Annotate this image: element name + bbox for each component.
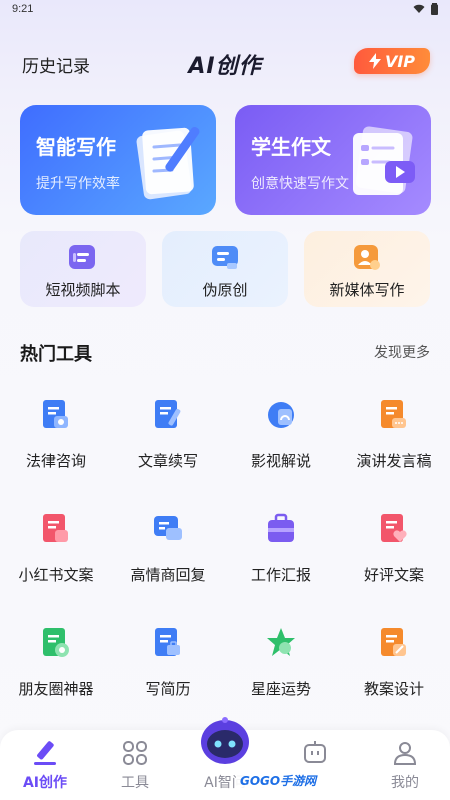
header: 历史记录 AI创作 VIP xyxy=(0,44,450,80)
sub-card-short-video-script[interactable]: 短视频脚本 xyxy=(20,231,146,307)
tool-label: 工作汇报 xyxy=(250,566,311,584)
heart-document-icon xyxy=(381,514,407,542)
feature-card-subtitle: 创意快速写作文 xyxy=(251,176,349,192)
lesson-plan-icon xyxy=(381,628,406,656)
red-book-icon xyxy=(43,514,68,542)
discover-more-link[interactable]: 发现更多 xyxy=(374,342,430,362)
tool-xiaohongshu-copy[interactable]: 小红书文案 xyxy=(0,512,112,602)
tool-label: 法律咨询 xyxy=(25,452,86,470)
tool-label: 高情商回复 xyxy=(130,566,206,584)
document-play-icon xyxy=(353,126,415,195)
star-icon xyxy=(267,628,295,656)
nav-label: 我的 xyxy=(391,775,419,791)
watermark-text: GOGO手游网 xyxy=(240,773,317,788)
feature-card-student-essay[interactable]: 学生作文 创意快速写作文 xyxy=(235,105,431,215)
media-person-icon xyxy=(354,245,380,270)
nav-tools[interactable]: 工具 xyxy=(90,740,180,792)
status-icons xyxy=(413,3,438,15)
tool-label: 文章续写 xyxy=(137,452,198,470)
tool-resume[interactable]: 写简历 xyxy=(112,626,224,716)
vip-label: VIP xyxy=(384,51,416,71)
user-icon xyxy=(393,742,417,765)
tool-label: 影视解说 xyxy=(250,452,311,470)
tool-label: 好评文案 xyxy=(363,566,424,584)
nav-ai-create[interactable]: AI创作 xyxy=(0,740,90,792)
sub-card-label: 新媒体写作 xyxy=(329,281,405,299)
speech-document-icon xyxy=(381,400,406,428)
tool-label: 写简历 xyxy=(145,680,191,698)
grid-icon xyxy=(123,741,147,765)
robot-icon xyxy=(304,741,326,763)
hot-tools-header: 热门工具 发现更多 xyxy=(0,338,450,365)
nav-mine[interactable]: 我的 xyxy=(360,740,450,792)
tool-film-commentary[interactable]: 影视解说 xyxy=(225,398,337,488)
nav-robot[interactable] xyxy=(270,740,360,772)
legal-document-icon xyxy=(43,400,68,428)
status-bar: 9:21 xyxy=(0,0,450,22)
tool-horoscope[interactable]: 星座运势 xyxy=(225,626,337,716)
edit-document-icon xyxy=(212,246,238,269)
tool-lesson-plan[interactable]: 教案设计 xyxy=(338,626,450,716)
pen-icon xyxy=(34,741,56,765)
tool-review-copy[interactable]: 好评文案 xyxy=(338,512,450,602)
tool-legal-consult[interactable]: 法律咨询 xyxy=(0,398,112,488)
sub-card-label: 短视频脚本 xyxy=(45,281,121,299)
sub-card-label: 伪原创 xyxy=(202,281,248,299)
tool-label: 星座运势 xyxy=(250,680,311,698)
wifi-icon xyxy=(413,4,425,13)
tool-label: 朋友圈神器 xyxy=(18,680,94,698)
tool-eq-reply[interactable]: 高情商回复 xyxy=(112,512,224,602)
vip-button[interactable]: VIP xyxy=(354,48,430,74)
article-pen-icon xyxy=(155,400,181,428)
feature-card-subtitle: 提升写作效率 xyxy=(36,176,120,192)
tool-work-report[interactable]: 工作汇报 xyxy=(225,512,337,602)
tool-speech-draft[interactable]: 演讲发言稿 xyxy=(338,398,450,488)
script-icon xyxy=(69,245,95,269)
briefcase-icon xyxy=(268,513,294,542)
feature-card-title: 智能写作 xyxy=(36,135,116,159)
resume-icon xyxy=(155,628,180,656)
status-time: 9:21 xyxy=(12,3,34,15)
lightning-icon xyxy=(368,53,381,69)
sub-card-pseudo-original[interactable]: 伪原创 xyxy=(162,231,288,307)
tool-moments[interactable]: 朋友圈神器 xyxy=(0,626,112,716)
chat-eq-icon xyxy=(154,516,182,540)
tool-label: 小红书文案 xyxy=(18,566,94,584)
battery-icon xyxy=(431,3,438,15)
section-title: 热门工具 xyxy=(20,344,92,365)
moments-document-icon xyxy=(43,628,69,657)
tool-label: 教案设计 xyxy=(363,680,424,698)
nav-label: AI创作 xyxy=(22,775,68,791)
ai-robot-icon[interactable] xyxy=(199,716,251,766)
watermark-logo: GOGO手游网 xyxy=(236,769,340,791)
feature-card-smart-writing[interactable]: 智能写作 提升写作效率 xyxy=(20,105,216,215)
tool-label: 演讲发言稿 xyxy=(356,452,432,470)
notebook-pen-icon xyxy=(136,126,200,200)
sub-card-new-media-writing[interactable]: 新媒体写作 xyxy=(304,231,430,307)
nav-label: 工具 xyxy=(121,775,149,791)
tool-article-continue[interactable]: 文章续写 xyxy=(112,398,224,488)
film-headphones-icon xyxy=(268,402,294,428)
feature-card-title: 学生作文 xyxy=(251,135,331,159)
